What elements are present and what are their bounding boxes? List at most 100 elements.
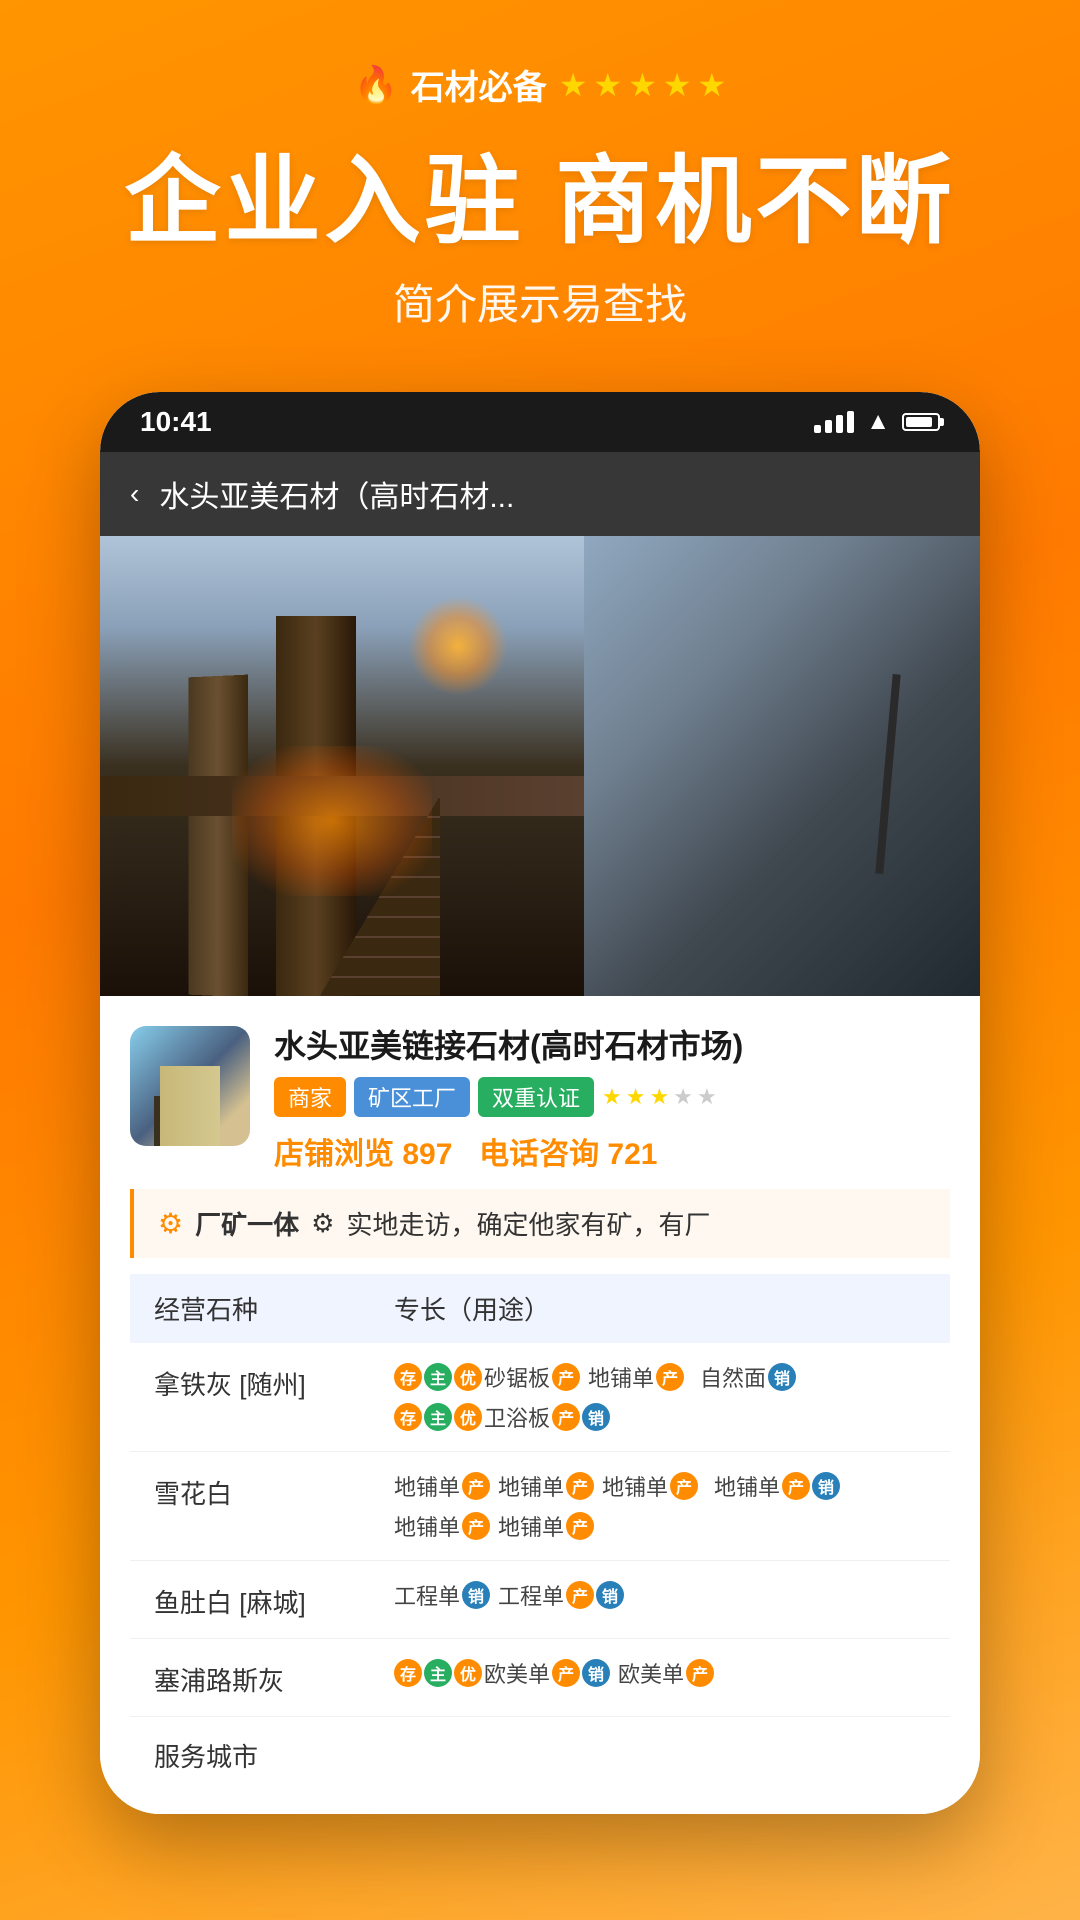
circle-badge: 优 bbox=[454, 1659, 482, 1687]
col-header-specialty: 专长（用途） bbox=[394, 1290, 926, 1327]
badge-item: 存 主 优 卫浴板 产 销 bbox=[394, 1401, 610, 1433]
circle-badge: 产 bbox=[566, 1472, 594, 1500]
factory-badge: ⚙ 厂矿一体 ⚙ 实地走访，确定他家有矿，有厂 bbox=[130, 1189, 950, 1258]
wifi-icon: ▲ bbox=[866, 408, 890, 436]
factory-icon: ⚙ bbox=[158, 1207, 183, 1240]
hero-section: 企业入驻 商机不断 简介展示易查找 bbox=[0, 109, 1080, 352]
badge-text: 石材必备 bbox=[411, 60, 547, 109]
star-2: ★ bbox=[593, 66, 622, 104]
company-card: 水头亚美链接石材(高时石材市场) 商家 矿区工厂 双重认证 ★ ★ ★ ★ ★ bbox=[100, 996, 980, 1815]
factory-scene bbox=[100, 536, 980, 996]
star-1: ★ bbox=[559, 66, 588, 104]
app-badge: 🔥 石材必备 ★ ★ ★ ★ ★ bbox=[0, 0, 1080, 109]
circle-badge: 销 bbox=[582, 1659, 610, 1687]
star-3: ★ bbox=[628, 66, 657, 104]
hero-subtitle: 简介展示易查找 bbox=[40, 271, 1040, 332]
company-header: 水头亚美链接石材(高时石材市场) 商家 矿区工厂 双重认证 ★ ★ ★ ★ ★ bbox=[130, 1026, 950, 1174]
company-tags: 商家 矿区工厂 双重认证 ★ ★ ★ ★ ★ bbox=[274, 1077, 950, 1117]
circle-badge: 优 bbox=[454, 1363, 482, 1391]
tag-merchant: 商家 bbox=[274, 1077, 346, 1117]
stone-name-2: 雪花白 bbox=[154, 1470, 394, 1511]
badge-item: 地铺单 产 bbox=[498, 1470, 594, 1502]
battery-icon bbox=[902, 413, 940, 431]
badge-item: 地铺单 产 bbox=[602, 1470, 698, 1502]
circle-badge: 产 bbox=[656, 1363, 684, 1391]
circle-badge: 存 bbox=[394, 1403, 422, 1431]
stone-tags-1: 存 主 优 砂锯板 产 地铺单 产 自然面 销 bbox=[394, 1361, 926, 1433]
hero-title: 企业入驻 商机不断 bbox=[40, 149, 1040, 255]
circle-badge: 产 bbox=[566, 1581, 594, 1609]
circle-badge: 产 bbox=[552, 1659, 580, 1687]
circle-badge: 产 bbox=[566, 1512, 594, 1540]
company-info: 水头亚美链接石材(高时石材市场) 商家 矿区工厂 双重认证 ★ ★ ★ ★ ★ bbox=[274, 1026, 950, 1174]
factory-badge-desc: 实地走访，确定他家有矿，有厂 bbox=[346, 1205, 710, 1242]
consult-count: 721 bbox=[607, 1138, 657, 1171]
table-header: 经营石种 专长（用途） bbox=[130, 1274, 950, 1343]
circle-badge: 产 bbox=[552, 1403, 580, 1431]
stone-name-4: 塞浦路斯灰 bbox=[154, 1657, 394, 1698]
circle-badge: 产 bbox=[782, 1472, 810, 1500]
phone-frame: 10:41 ▲ ‹ 水头亚美石材（高时石材... bbox=[100, 392, 980, 1815]
company-name: 水头亚美链接石材(高时石材市场) bbox=[274, 1026, 950, 1068]
table-row: 拿铁灰 [随州] 存 主 优 砂锯板 产 地铺单 产 自 bbox=[130, 1343, 950, 1452]
stone-tags-4: 存 主 优 欧美单 产 销 欧美单 产 bbox=[394, 1657, 926, 1689]
star-4: ★ bbox=[663, 66, 692, 104]
tag-mine-factory: 矿区工厂 bbox=[354, 1077, 470, 1117]
star-rating: ★ ★ ★ ★ ★ bbox=[559, 66, 726, 104]
badge-item: 地铺单 产 销 bbox=[714, 1470, 840, 1502]
consult-label: 电话咨询 bbox=[479, 1138, 607, 1171]
company-logo bbox=[130, 1026, 250, 1146]
table-row: 鱼肚白 [麻城] 工程单 销 工程单 产 销 bbox=[130, 1561, 950, 1639]
factory-icon-2: ⚙ bbox=[311, 1208, 334, 1239]
circle-badge: 存 bbox=[394, 1659, 422, 1687]
factory-badge-label: 厂矿一体 bbox=[195, 1205, 299, 1242]
clock: 10:41 bbox=[140, 406, 212, 438]
circle-badge: 产 bbox=[462, 1512, 490, 1540]
circle-badge: 主 bbox=[424, 1659, 452, 1687]
status-bar: 10:41 ▲ bbox=[100, 392, 980, 452]
badge-item: 存 主 优 欧美单 产 销 bbox=[394, 1657, 610, 1689]
service-cities-row: 服务城市 bbox=[130, 1717, 950, 1794]
badge-item: 欧美单 产 bbox=[618, 1657, 714, 1689]
views-count: 897 bbox=[402, 1138, 452, 1171]
views-label: 店铺浏览 bbox=[274, 1138, 402, 1171]
circle-badge: 销 bbox=[596, 1581, 624, 1609]
circle-badge: 产 bbox=[670, 1472, 698, 1500]
stone-name-1: 拿铁灰 [随州] bbox=[154, 1361, 394, 1402]
stone-tags-3: 工程单 销 工程单 产 销 bbox=[394, 1579, 926, 1611]
badge-item: 地铺单 产 bbox=[394, 1510, 490, 1542]
circle-badge: 销 bbox=[582, 1403, 610, 1431]
badge-item: 工程单 产 销 bbox=[498, 1579, 624, 1611]
circle-badge: 销 bbox=[768, 1363, 796, 1391]
circle-badge: 主 bbox=[424, 1363, 452, 1391]
badge-item: 工程单 销 bbox=[394, 1579, 490, 1611]
circle-badge: 销 bbox=[462, 1581, 490, 1609]
stone-name-3: 鱼肚白 [麻城] bbox=[154, 1579, 394, 1620]
stone-tags-2: 地铺单 产 地铺单 产 地铺单 产 地铺单 产 销 bbox=[394, 1470, 926, 1542]
service-cities-label: 服务城市 bbox=[154, 1737, 258, 1774]
circle-badge: 存 bbox=[394, 1363, 422, 1391]
status-icons: ▲ bbox=[814, 408, 940, 436]
fire-icon: 🔥 bbox=[354, 64, 399, 106]
badge-item: 自然面 销 bbox=[700, 1361, 796, 1393]
star-5: ★ bbox=[697, 66, 726, 104]
circle-badge: 优 bbox=[454, 1403, 482, 1431]
back-button[interactable]: ‹ bbox=[130, 478, 139, 510]
company-stats: 店铺浏览 897 电话咨询 721 bbox=[274, 1129, 950, 1173]
tag-double-cert: 双重认证 bbox=[478, 1077, 594, 1117]
table-row: 雪花白 地铺单 产 地铺单 产 地铺单 产 bbox=[130, 1452, 950, 1561]
circle-badge: 销 bbox=[812, 1472, 840, 1500]
badge-item: 存 主 优 砂锯板 产 bbox=[394, 1361, 580, 1393]
badge-item: 地铺单 产 bbox=[588, 1361, 684, 1393]
col-header-stone: 经营石种 bbox=[154, 1290, 394, 1327]
circle-badge: 主 bbox=[424, 1403, 452, 1431]
signal-icon bbox=[814, 411, 854, 433]
company-hero-image bbox=[100, 536, 980, 996]
company-stars: ★ ★ ★ ★ ★ bbox=[602, 1084, 717, 1110]
table-row: 塞浦路斯灰 存 主 优 欧美单 产 销 欧美单 产 bbox=[130, 1639, 950, 1717]
nav-bar: ‹ 水头亚美石材（高时石材... bbox=[100, 452, 980, 536]
circle-badge: 产 bbox=[462, 1472, 490, 1500]
badge-item: 地铺单 产 bbox=[394, 1470, 490, 1502]
badge-item: 地铺单 产 bbox=[498, 1510, 594, 1542]
circle-badge: 产 bbox=[552, 1363, 580, 1391]
